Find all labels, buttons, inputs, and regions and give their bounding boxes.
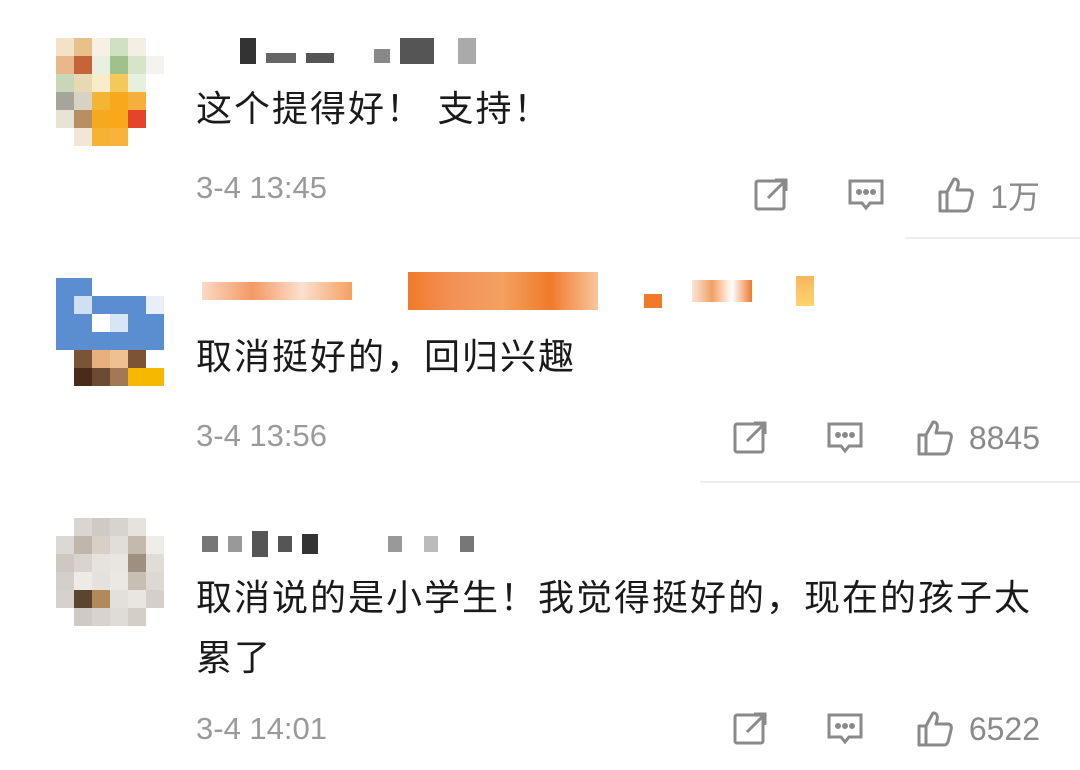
- thumbs-up-icon[interactable]: [915, 709, 955, 749]
- comment-icon[interactable]: [825, 418, 865, 458]
- like-count: 6522: [968, 710, 1040, 747]
- avatar[interactable]: [56, 278, 164, 386]
- comment-actions: 6522: [730, 709, 1040, 749]
- divider: [700, 481, 1080, 483]
- thumbs-up-icon[interactable]: [915, 418, 955, 458]
- comment-time: 3-4 14:01: [196, 711, 327, 746]
- comment-text: 取消挺好的，回归兴趣: [196, 337, 577, 378]
- username-censored[interactable]: [196, 36, 476, 66]
- share-icon[interactable]: [730, 418, 770, 458]
- like-count: 8845: [968, 419, 1040, 456]
- comment-actions: 8845: [730, 418, 1040, 458]
- comment-actions: 1万: [751, 172, 1040, 218]
- avatar[interactable]: [56, 38, 164, 146]
- share-icon[interactable]: [730, 709, 770, 749]
- comment-item-2: 取消挺好的，回归兴趣 3-4 13:56 8845: [0, 240, 1080, 485]
- share-icon[interactable]: [751, 175, 791, 215]
- comment-item-1: 这个提得好！ 支持！ 3-4 13:45 1万: [0, 0, 1080, 240]
- divider: [905, 237, 1080, 239]
- thumbs-up-icon[interactable]: [936, 175, 976, 215]
- avatar[interactable]: [56, 518, 164, 626]
- username-censored[interactable]: [196, 272, 814, 310]
- like-count: 1万: [990, 179, 1040, 215]
- username-censored[interactable]: [196, 529, 474, 559]
- comment-time: 3-4 13:56: [196, 418, 327, 453]
- comment-icon[interactable]: [825, 709, 865, 749]
- comment-text: 取消说的是小学生！我觉得挺好的，现在的孩子太累了: [196, 578, 1033, 679]
- comment-item-3: 取消说的是小学生！我觉得挺好的，现在的孩子太累了 3-4 14:01 6522: [0, 485, 1080, 770]
- comment-icon[interactable]: [846, 175, 886, 215]
- comment-text: 这个提得好！ 支持！: [196, 89, 552, 130]
- comment-time: 3-4 13:45: [196, 170, 327, 205]
